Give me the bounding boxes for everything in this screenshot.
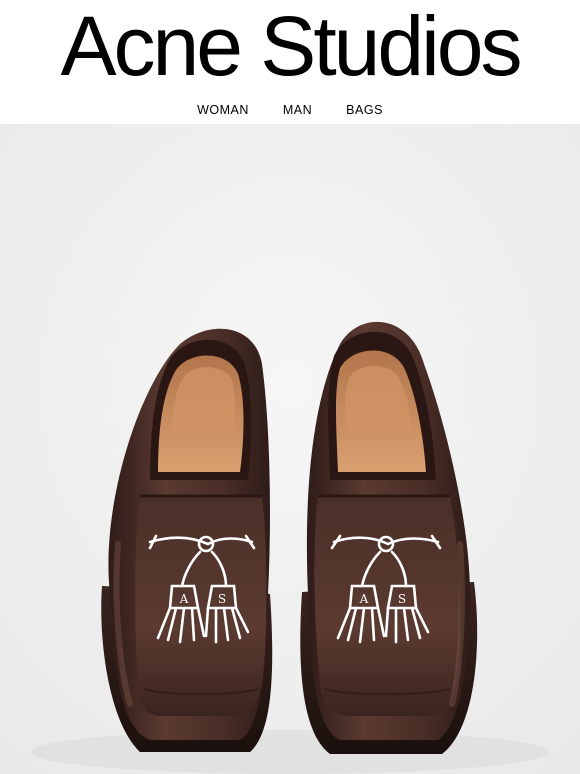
loafers-illustration: A S A S — [0, 124, 580, 774]
email-header: Acne Studios WOMAN MAN BAGS — [0, 0, 580, 124]
tassel-letter-s-right: S — [398, 592, 406, 606]
nav-item-woman[interactable]: WOMAN — [197, 102, 249, 118]
nav-item-bags[interactable]: BAGS — [346, 102, 383, 118]
tassel-letter-a-right: A — [359, 592, 369, 606]
nav-item-man[interactable]: MAN — [283, 102, 312, 118]
hero-product-image[interactable]: A S A S — [0, 124, 580, 774]
tassel-letter-a-left: A — [179, 592, 189, 606]
tassel-letter-s-left: S — [218, 592, 226, 606]
main-nav: WOMAN MAN BAGS — [0, 102, 580, 118]
brand-logo[interactable]: Acne Studios — [0, 2, 580, 90]
